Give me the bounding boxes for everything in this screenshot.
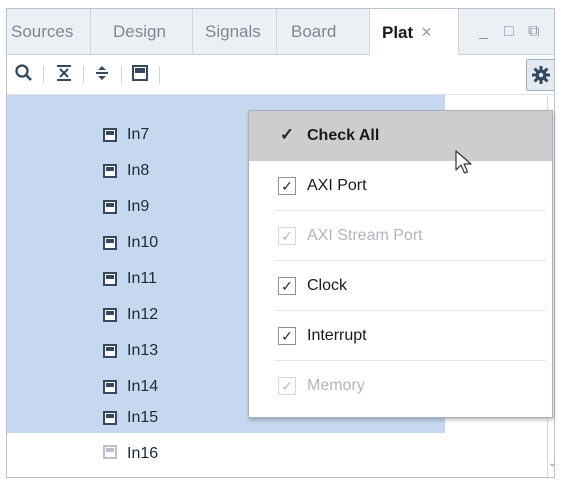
port-icon: [103, 236, 117, 250]
port-icon: [103, 344, 117, 358]
search-icon[interactable]: [13, 63, 35, 85]
checkmark-icon: ✓: [279, 125, 295, 144]
tree-item-label: In10: [127, 234, 159, 251]
chevron-down-icon[interactable]: ⌄: [548, 457, 554, 471]
expand-all-icon[interactable]: [91, 63, 113, 85]
tab-label: Board: [291, 22, 337, 41]
tab-plat[interactable]: Plat ×: [369, 9, 459, 56]
menu-item-axi-port[interactable]: ✓ AXI Port: [249, 161, 552, 211]
tree-item-label: In16: [127, 445, 159, 462]
tree-item-label: In12: [127, 306, 159, 323]
tab-signals[interactable]: Signals: [193, 9, 277, 55]
checkbox: ✓: [278, 227, 296, 245]
restore-icon[interactable]: □: [504, 9, 514, 55]
port-icon: [103, 164, 117, 178]
collapse-all-icon[interactable]: [53, 63, 75, 85]
menu-item-interrupt[interactable]: ✓ Interrupt: [249, 311, 552, 361]
tree-item-label: In14: [127, 378, 159, 395]
port-icon: [103, 272, 117, 286]
checkbox[interactable]: ✓: [278, 327, 296, 345]
port-icon: [103, 445, 117, 459]
tab-label: Sources: [11, 22, 74, 41]
menu-item-label: AXI Port: [307, 177, 367, 194]
filter-menu: ✓ Check All ✓ AXI Port ✓ AXI Stream Port…: [248, 110, 553, 418]
menu-item-label: Check All: [307, 127, 380, 144]
toolbar-divider: [43, 66, 44, 84]
tree-item-label: In7: [127, 126, 150, 143]
tab-bar: Sources Design Signals Board Plat × _ □ ⧉: [7, 9, 554, 56]
port-icon: [103, 380, 117, 394]
menu-item-label: Clock: [307, 277, 348, 294]
tree-item-label: In13: [127, 342, 159, 359]
tab-sources[interactable]: Sources: [7, 9, 91, 55]
checkbox: ✓: [278, 377, 296, 395]
tab-label: Plat: [382, 23, 414, 42]
checkbox[interactable]: ✓: [278, 277, 296, 295]
menu-item-check-all[interactable]: ✓ Check All: [249, 111, 552, 161]
menu-item-clock[interactable]: ✓ Clock: [249, 261, 552, 311]
tab-label: Signals: [205, 22, 261, 41]
toolbar-divider: [83, 66, 84, 84]
tab-board[interactable]: Board: [277, 9, 369, 55]
tree-item-label: In9: [127, 198, 150, 215]
menu-item-label: Interrupt: [307, 327, 367, 344]
menu-item-label: AXI Stream Port: [307, 227, 423, 244]
port-icon: [103, 308, 117, 322]
gear-icon[interactable]: [526, 59, 554, 91]
tree-item-label: In15: [127, 409, 159, 426]
port-icon[interactable]: [129, 63, 151, 85]
toolbar-divider: [159, 66, 160, 84]
toolbar: [7, 55, 554, 95]
minimize-icon[interactable]: _: [479, 9, 488, 55]
tree-item-label: In8: [127, 162, 150, 179]
tab-label: Design: [113, 22, 166, 41]
port-icon: [103, 200, 117, 214]
toolbar-divider: [121, 66, 122, 84]
mouse-cursor-icon: [455, 150, 475, 176]
close-icon[interactable]: ×: [421, 22, 432, 42]
tree-item-label: In11: [127, 270, 157, 287]
tree-row-in16[interactable]: In16: [7, 433, 445, 470]
menu-item-label: Memory: [307, 377, 365, 394]
menu-item-memory: ✓ Memory: [249, 361, 552, 411]
float-icon[interactable]: ⧉: [528, 9, 539, 55]
tab-design[interactable]: Design: [91, 9, 193, 55]
port-icon: [103, 411, 117, 425]
checkbox[interactable]: ✓: [278, 177, 296, 195]
menu-item-axi-stream-port: ✓ AXI Stream Port: [249, 211, 552, 261]
port-icon: [103, 128, 117, 142]
